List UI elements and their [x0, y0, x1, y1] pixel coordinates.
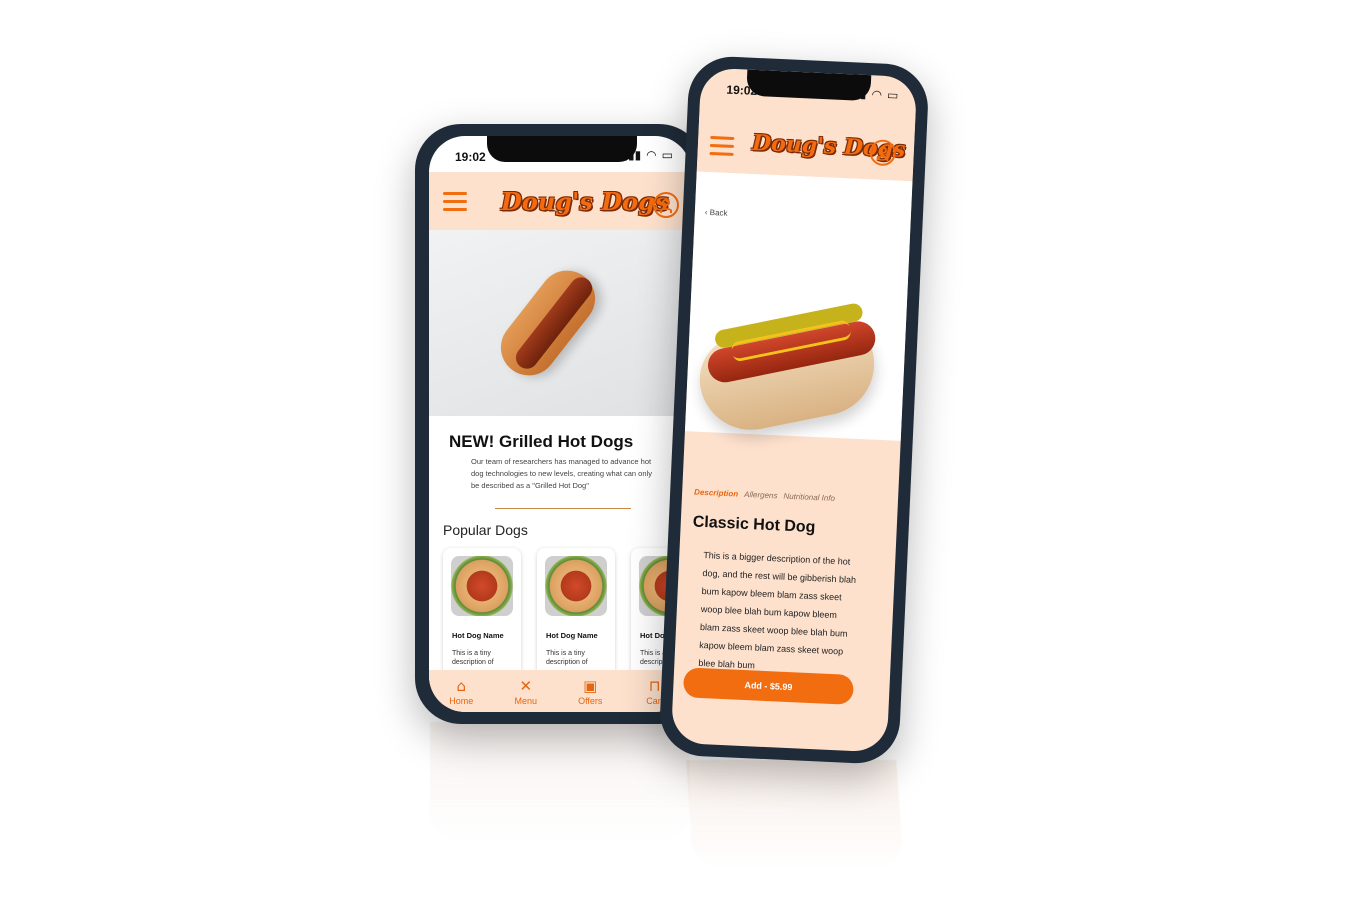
- mockup-scene: 19:02 ▮▮▮ ◠ ▭ Doug's Dogs NEW! Grilled H…: [0, 0, 1350, 900]
- promo-text: Our team of researchers has managed to a…: [471, 457, 652, 490]
- battery-icon: ▭: [886, 87, 899, 103]
- home-screen: 19:02 ▮▮▮ ◠ ▭ Doug's Dogs NEW! Grilled H…: [429, 136, 691, 712]
- product-title: Classic Hot Dog: [692, 513, 816, 537]
- nav-label: Home: [449, 695, 474, 706]
- product-card-desc: This is a tiny description of: [546, 650, 588, 666]
- tab-nutritional-info[interactable]: Nutritional Info: [783, 492, 835, 503]
- promo-title: NEW! Grilled Hot Dogs: [449, 432, 634, 451]
- wifi-icon: ◠: [871, 87, 883, 102]
- product-description: This is a bigger description of the hot …: [698, 550, 857, 671]
- hamburger-menu-icon[interactable]: [709, 135, 735, 157]
- divider: [495, 508, 631, 509]
- account-icon[interactable]: [869, 139, 897, 167]
- bag-icon: ⊓: [648, 676, 661, 695]
- nav-home[interactable]: ⌂ Home: [433, 670, 489, 712]
- section-title-popular: Popular Dogs: [443, 522, 528, 538]
- utensils-icon: ✕: [519, 676, 533, 695]
- product-thumbnail: [545, 556, 607, 616]
- phone-home-screen: 19:02 ▮▮▮ ◠ ▭ Doug's Dogs NEW! Grilled H…: [415, 124, 705, 724]
- bottom-navigation: ⌂ Home ✕ Menu ▣ Offers ⊓ Cart: [429, 670, 691, 712]
- notch: [487, 136, 637, 162]
- app-header: Doug's Dogs: [696, 99, 916, 182]
- battery-icon: ▭: [661, 148, 673, 162]
- product-card-name: Hot Dog Name: [546, 631, 598, 640]
- nav-offers[interactable]: ▣ Offers: [562, 670, 618, 712]
- status-time: 19:02: [455, 150, 486, 164]
- tab-description[interactable]: Description: [694, 488, 738, 499]
- back-label: Back: [709, 207, 728, 218]
- product-card[interactable]: Hot Dog Name This is a tiny description …: [443, 548, 521, 678]
- app-header: Doug's Dogs: [429, 172, 691, 230]
- account-icon[interactable]: [653, 192, 679, 218]
- product-image-classic-hot-dog: [691, 283, 888, 441]
- back-button[interactable]: ‹ Back: [705, 208, 728, 218]
- wifi-icon: ◠: [646, 148, 657, 162]
- gift-icon: ▣: [583, 676, 598, 695]
- phone-product-screen: 19:02 ▮▮▮ ◠ ▭ Doug's Dogs ‹ Back: [658, 54, 930, 766]
- phone-left-reflection: [430, 722, 690, 842]
- add-to-cart-button[interactable]: Add - $5.99: [682, 667, 855, 705]
- home-icon: ⌂: [456, 676, 467, 695]
- product-screen: 19:02 ▮▮▮ ◠ ▭ Doug's Dogs ‹ Back: [670, 67, 918, 753]
- product-thumbnail: [451, 556, 513, 616]
- product-card[interactable]: Hot Dog Name This is a tiny description …: [537, 548, 615, 678]
- nav-label: Menu: [514, 695, 537, 706]
- hero-image-grilled-hot-dog[interactable]: [429, 230, 691, 416]
- popular-cards-list[interactable]: Hot Dog Name This is a tiny description …: [443, 548, 691, 678]
- product-card-name: Hot Dog Name: [452, 631, 504, 640]
- notch: [746, 69, 872, 102]
- brand-logo[interactable]: Doug's Dogs: [501, 187, 668, 216]
- nav-menu[interactable]: ✕ Menu: [498, 670, 554, 712]
- product-card-desc: This is a tiny description of: [452, 650, 494, 666]
- tab-allergens[interactable]: Allergens: [744, 490, 778, 501]
- nav-label: Offers: [578, 695, 603, 706]
- phone-right-reflection: [686, 760, 904, 870]
- product-tabs: Description Allergens Nutritional Info: [694, 488, 835, 503]
- hamburger-menu-icon[interactable]: [443, 192, 467, 212]
